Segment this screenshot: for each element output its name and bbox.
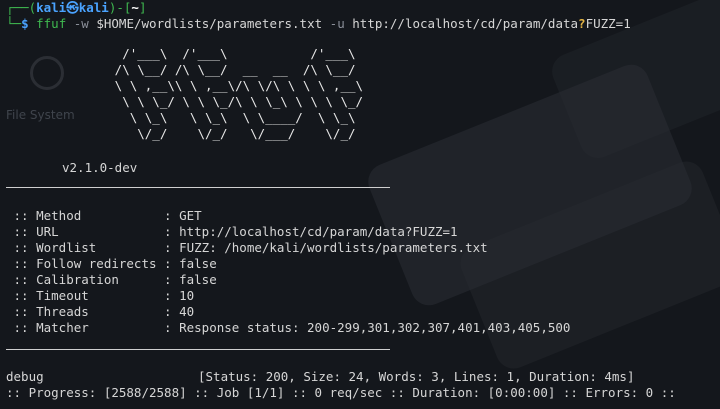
config-value: : http://localhost/cd/param/data?FUZZ=1	[164, 224, 458, 239]
command-url: http://localhost/cd/param/data?FUZZ=1	[352, 16, 630, 31]
divider-bottom	[6, 349, 390, 350]
prompt-at: ㉿	[66, 0, 79, 15]
command-line: └─$ ffuf -w $HOME/wordlists/parameters.t…	[6, 16, 631, 32]
command-program: ffuf	[36, 16, 67, 31]
prompt-corner: ┌──(	[6, 0, 37, 15]
config-key: :: Calibration	[6, 272, 165, 287]
config-row: :: Method : GET	[6, 208, 202, 224]
command-url-query-mark: ?	[578, 16, 586, 31]
prompt-path: ~	[131, 0, 139, 15]
config-value: : 40	[164, 304, 195, 319]
config-key: :: Method	[6, 208, 165, 223]
command-wordlist: $HOME/wordlists/parameters.txt	[96, 16, 323, 31]
config-key: :: Threads	[6, 304, 165, 319]
divider-top	[6, 187, 390, 188]
config-value: : false	[164, 256, 217, 271]
config-value: : GET	[164, 208, 202, 223]
prompt-user: kali	[36, 0, 67, 15]
result-status: [Status: 200, Size: 24, Words: 3, Lines:…	[198, 369, 635, 384]
config-key: :: Timeout	[6, 288, 165, 303]
prompt-symbol: $	[21, 16, 29, 31]
config-key: :: URL	[6, 224, 165, 239]
config-value: : Response status: 200-299,301,302,307,4…	[164, 320, 571, 335]
config-value: : 10	[164, 288, 195, 303]
command-url-suffix: FUZZ=1	[585, 16, 631, 31]
config-row: :: Matcher : Response status: 200-299,30…	[6, 320, 571, 336]
ffuf-ascii-banner: /'___\ /'___\ /'___\ /\ \__/ /\ \__/ __ …	[114, 46, 364, 141]
config-row: :: Threads : 40	[6, 304, 195, 320]
config-row: :: Timeout : 10	[6, 288, 195, 304]
terminal-output[interactable]: ┌──(kali㉿kali)-[~] └─$ ffuf -w $HOME/wor…	[0, 0, 720, 409]
config-row: :: Wordlist : FUZZ: /home/kali/wordlists…	[6, 240, 488, 256]
config-value: : false	[164, 272, 217, 287]
result-word: debug	[6, 369, 44, 384]
prompt-bracket: )-[	[108, 0, 132, 15]
config-key: :: Wordlist	[6, 240, 165, 255]
config-value: : FUZZ: /home/kali/wordlists/parameters.…	[164, 240, 488, 255]
config-key: :: Matcher	[6, 320, 165, 335]
version-text: v2.1.0-dev	[62, 160, 138, 175]
command-url-prefix: http://localhost/cd/param/data	[352, 16, 579, 31]
command-flag-u: -u	[329, 16, 345, 31]
prompt-host: kali	[78, 0, 109, 15]
prompt-corner-bottom: └─	[6, 16, 22, 31]
config-row: :: URL : http://localhost/cd/param/data?…	[6, 224, 458, 240]
progress-line: :: Progress: [2588/2588] :: Job [1/1] ::…	[6, 385, 676, 400]
config-row: :: Follow redirects : false	[6, 256, 217, 272]
prompt-bracket-end: ]	[138, 0, 147, 15]
command-flag-w: -w	[73, 16, 89, 31]
config-row: :: Calibration : false	[6, 272, 217, 288]
config-key: :: Follow redirects	[6, 256, 165, 271]
prompt-line: ┌──(kali㉿kali)-[~]	[6, 0, 146, 16]
